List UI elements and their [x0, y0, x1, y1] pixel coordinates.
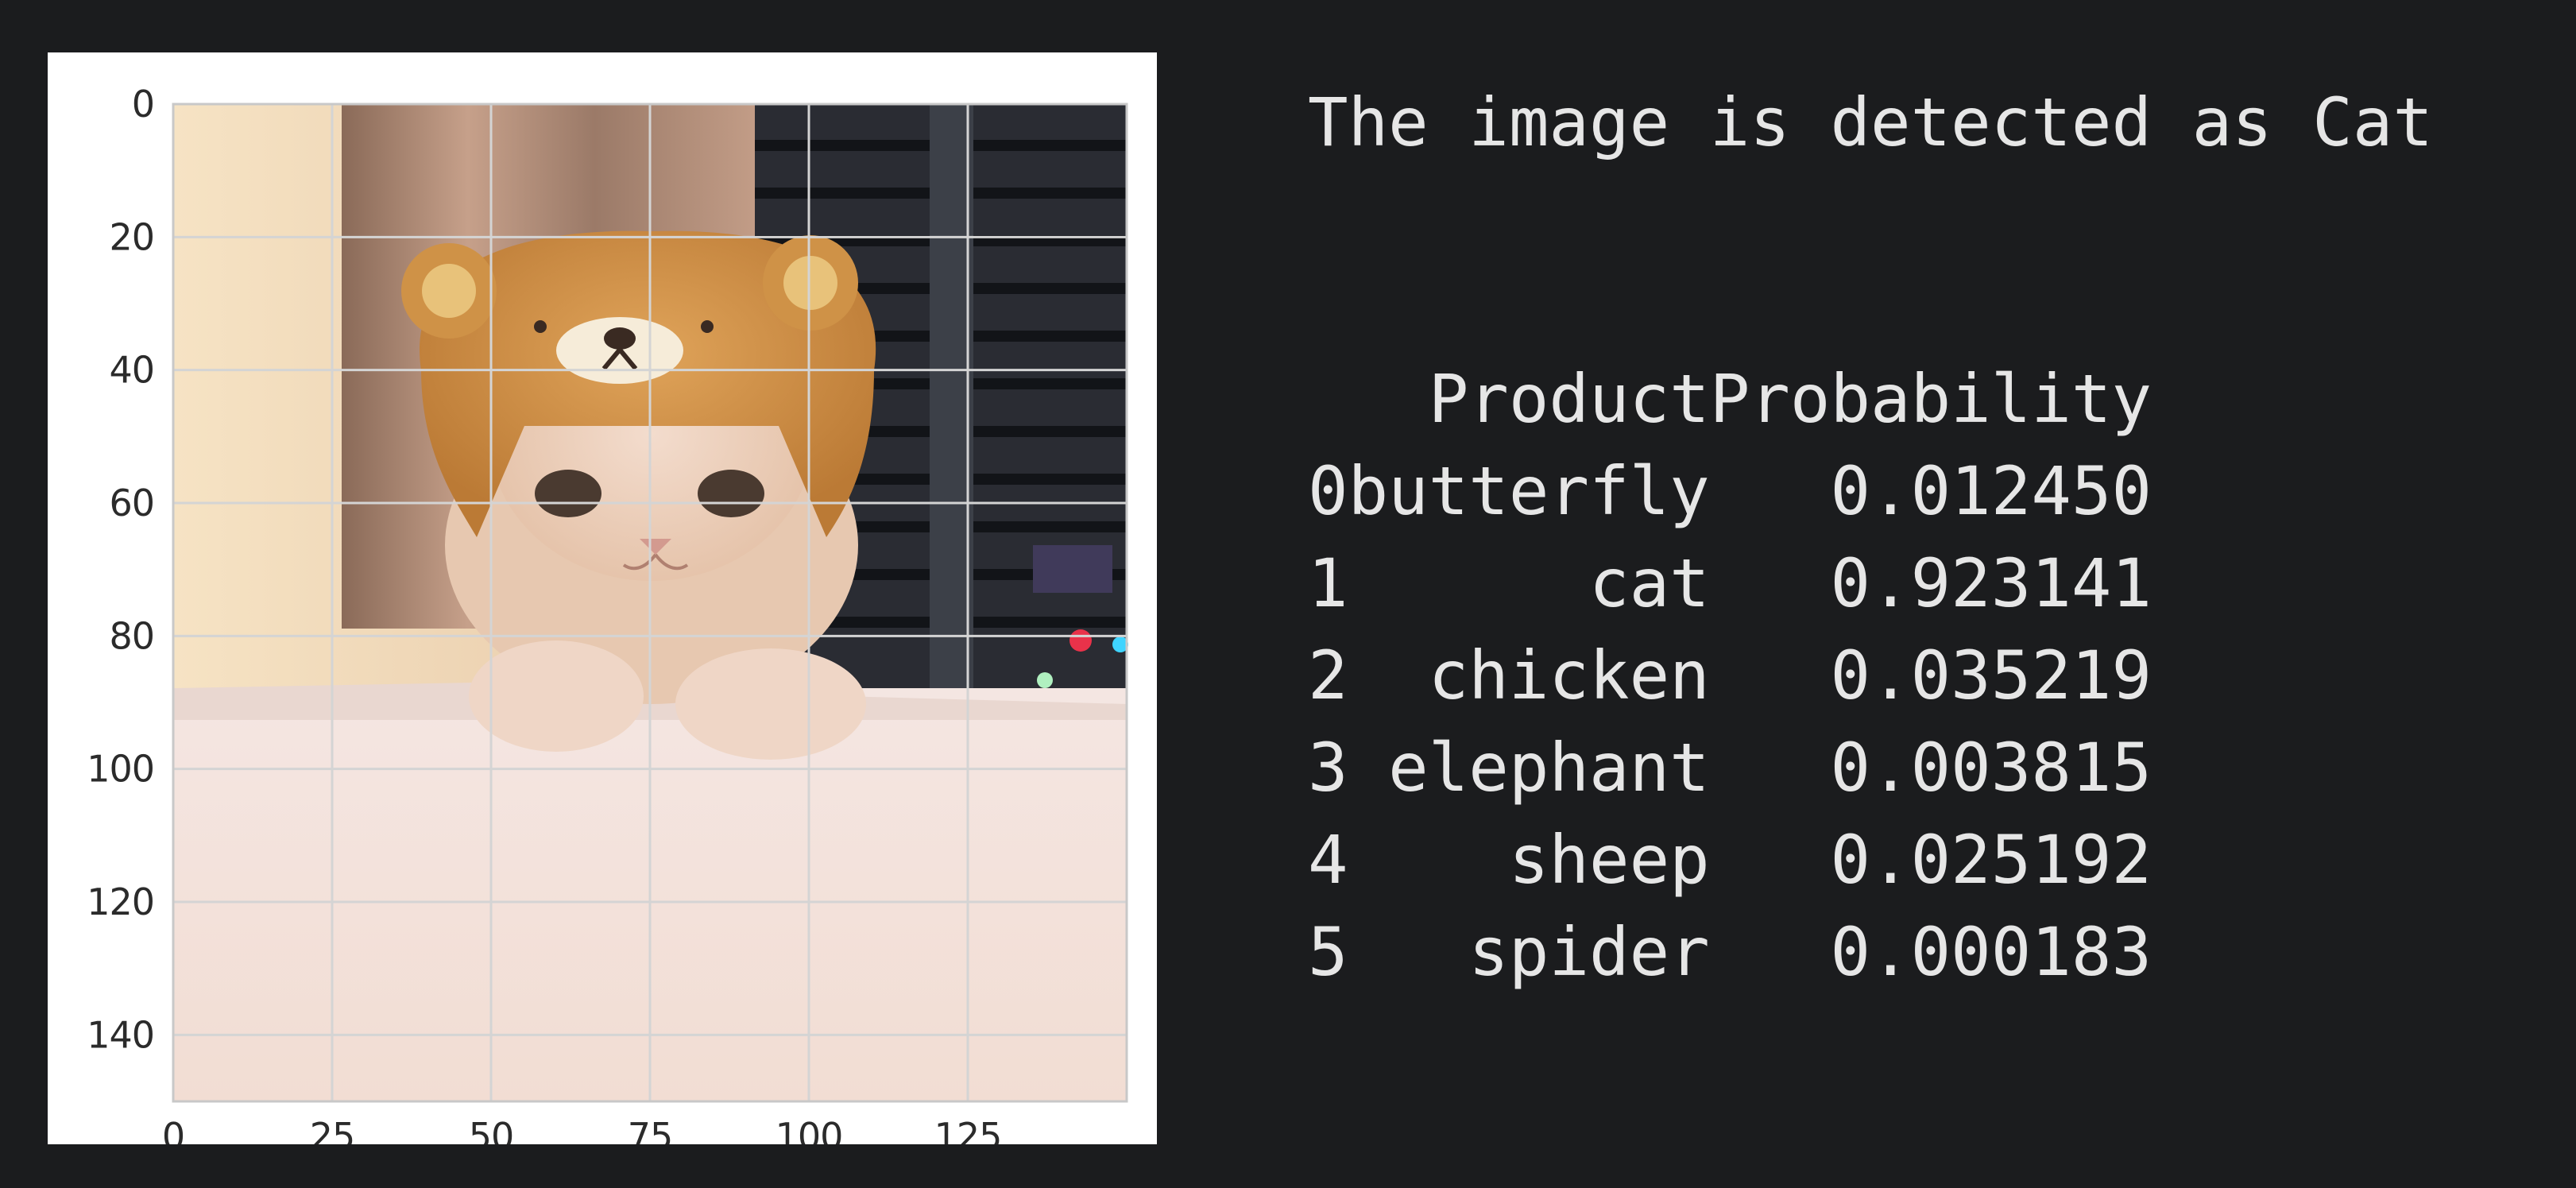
probability-cell: 0.003815 [1830, 729, 2152, 807]
product-cell: elephant [1388, 729, 1710, 807]
cell-output: The image is detected as Cat Product Pro… [1308, 76, 2433, 991]
probability-cell: 0.012450 [1830, 452, 2152, 530]
y-tick-label: 100 [87, 748, 154, 791]
y-tick-label: 20 [109, 215, 154, 258]
product-column-header: Product [1428, 360, 1710, 438]
table-row: 3 elephant 0.003815 [1308, 722, 2152, 814]
y-tick-label: 140 [87, 1013, 154, 1056]
probability-cell: 0.035219 [1830, 637, 2152, 714]
table-row: 0 butterfly 0.012450 [1308, 445, 2152, 537]
table-row: 1 cat 0.923141 [1308, 537, 2152, 629]
y-tick-label: 40 [109, 349, 154, 392]
y-tick-label: 60 [109, 482, 154, 524]
probability-cell: 0.923141 [1830, 544, 2152, 622]
x-tick-label: 0 [162, 1115, 184, 1144]
product-cell: butterfly [1348, 452, 1710, 530]
probability-column-header: Probability [1709, 360, 2152, 438]
row-index: 0 [1308, 452, 1348, 530]
row-index: 5 [1308, 913, 1348, 991]
product-cell: spider [1468, 913, 1710, 991]
x-tick-label: 50 [469, 1115, 514, 1144]
x-tick-label: 75 [628, 1115, 673, 1144]
y-tick-label: 80 [109, 614, 154, 657]
probability-table: Product Probability 0 butterfly 0.012450… [1308, 353, 2152, 998]
y-tick-label: 0 [132, 83, 154, 126]
table-header-row: Product Probability [1308, 353, 2152, 445]
probability-cell: 0.025192 [1830, 821, 2152, 899]
detection-result-text: The image is detected as Cat [1308, 83, 2434, 161]
product-cell: cat [1589, 544, 1710, 622]
product-cell: sheep [1508, 821, 1710, 899]
table-row: 5 spider 0.000183 [1308, 906, 2152, 998]
x-axis-ticks: 0 25 50 75 100 125 [162, 1115, 1003, 1144]
y-tick-label: 120 [87, 880, 154, 923]
image-plot: 0 25 50 75 100 125 0 20 40 60 80 100 120 140 [87, 83, 1128, 1144]
y-axis-ticks: 0 20 40 60 80 100 120 140 [87, 83, 155, 1056]
probability-cell: 0.000183 [1830, 913, 2152, 991]
index-column-header [1308, 353, 1348, 445]
x-tick-label: 125 [934, 1115, 1002, 1144]
row-index: 3 [1308, 729, 1348, 807]
row-index: 4 [1308, 821, 1348, 899]
x-tick-label: 100 [776, 1115, 843, 1144]
product-cell: chicken [1428, 637, 1710, 714]
matplotlib-figure: 0 25 50 75 100 125 0 20 40 60 80 100 120 140 [48, 52, 1157, 1144]
table-row: 2 chicken 0.035219 [1308, 629, 2152, 722]
row-index: 1 [1308, 544, 1348, 622]
row-index: 2 [1308, 637, 1348, 714]
x-tick-label: 25 [310, 1115, 355, 1144]
table-row: 4 sheep 0.025192 [1308, 814, 2152, 906]
